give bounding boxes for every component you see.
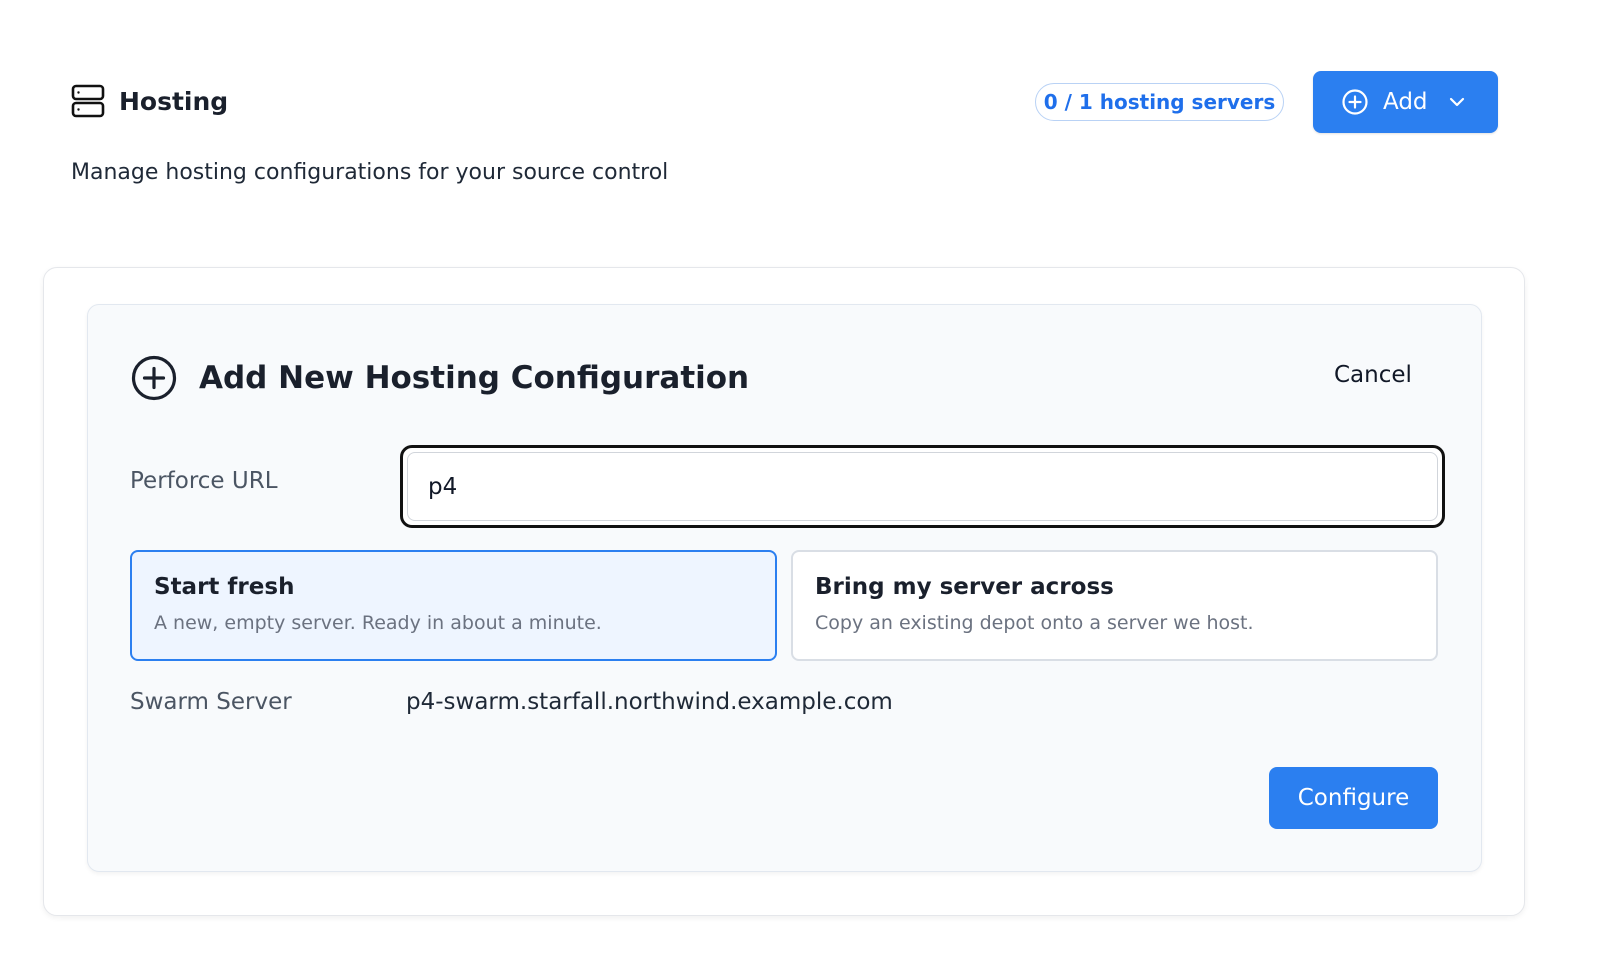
server-icon [71, 84, 105, 118]
option-start-fresh[interactable]: Start fresh A new, empty server. Ready i… [130, 550, 777, 661]
chevron-down-icon [1449, 97, 1464, 107]
option-bring-server-across[interactable]: Bring my server across Copy an existing … [791, 550, 1438, 661]
plus-circle-icon [1342, 89, 1368, 115]
option-title: Start fresh [154, 574, 295, 600]
page-header: Hosting [71, 84, 228, 118]
panel-title: Add New Hosting Configuration [199, 360, 750, 396]
add-button[interactable]: Add [1313, 71, 1498, 133]
option-description: Copy an existing depot onto a server we … [815, 612, 1254, 634]
perforce-url-label: Perforce URL [130, 468, 278, 494]
swarm-server-value: p4-swarm.starfall.northwind.example.com [406, 689, 893, 715]
perforce-url-input[interactable] [407, 452, 1438, 521]
option-title: Bring my server across [815, 574, 1114, 600]
add-button-label: Add [1383, 89, 1428, 115]
hosting-page: Hosting 0 / 1 hosting servers Add Manage… [0, 0, 1600, 979]
perforce-url-focus-ring [400, 445, 1445, 528]
option-description: A new, empty server. Ready in about a mi… [154, 612, 602, 634]
page-subtitle: Manage hosting configurations for your s… [71, 160, 669, 185]
page-title: Hosting [119, 86, 229, 116]
swarm-server-label: Swarm Server [130, 689, 292, 715]
panel-header: Add New Hosting Configuration [131, 355, 749, 401]
cancel-button[interactable]: Cancel [1320, 360, 1426, 390]
plus-circle-icon [131, 355, 177, 401]
hosting-servers-badge: 0 / 1 hosting servers [1035, 83, 1284, 121]
configure-button[interactable]: Configure [1269, 767, 1438, 829]
